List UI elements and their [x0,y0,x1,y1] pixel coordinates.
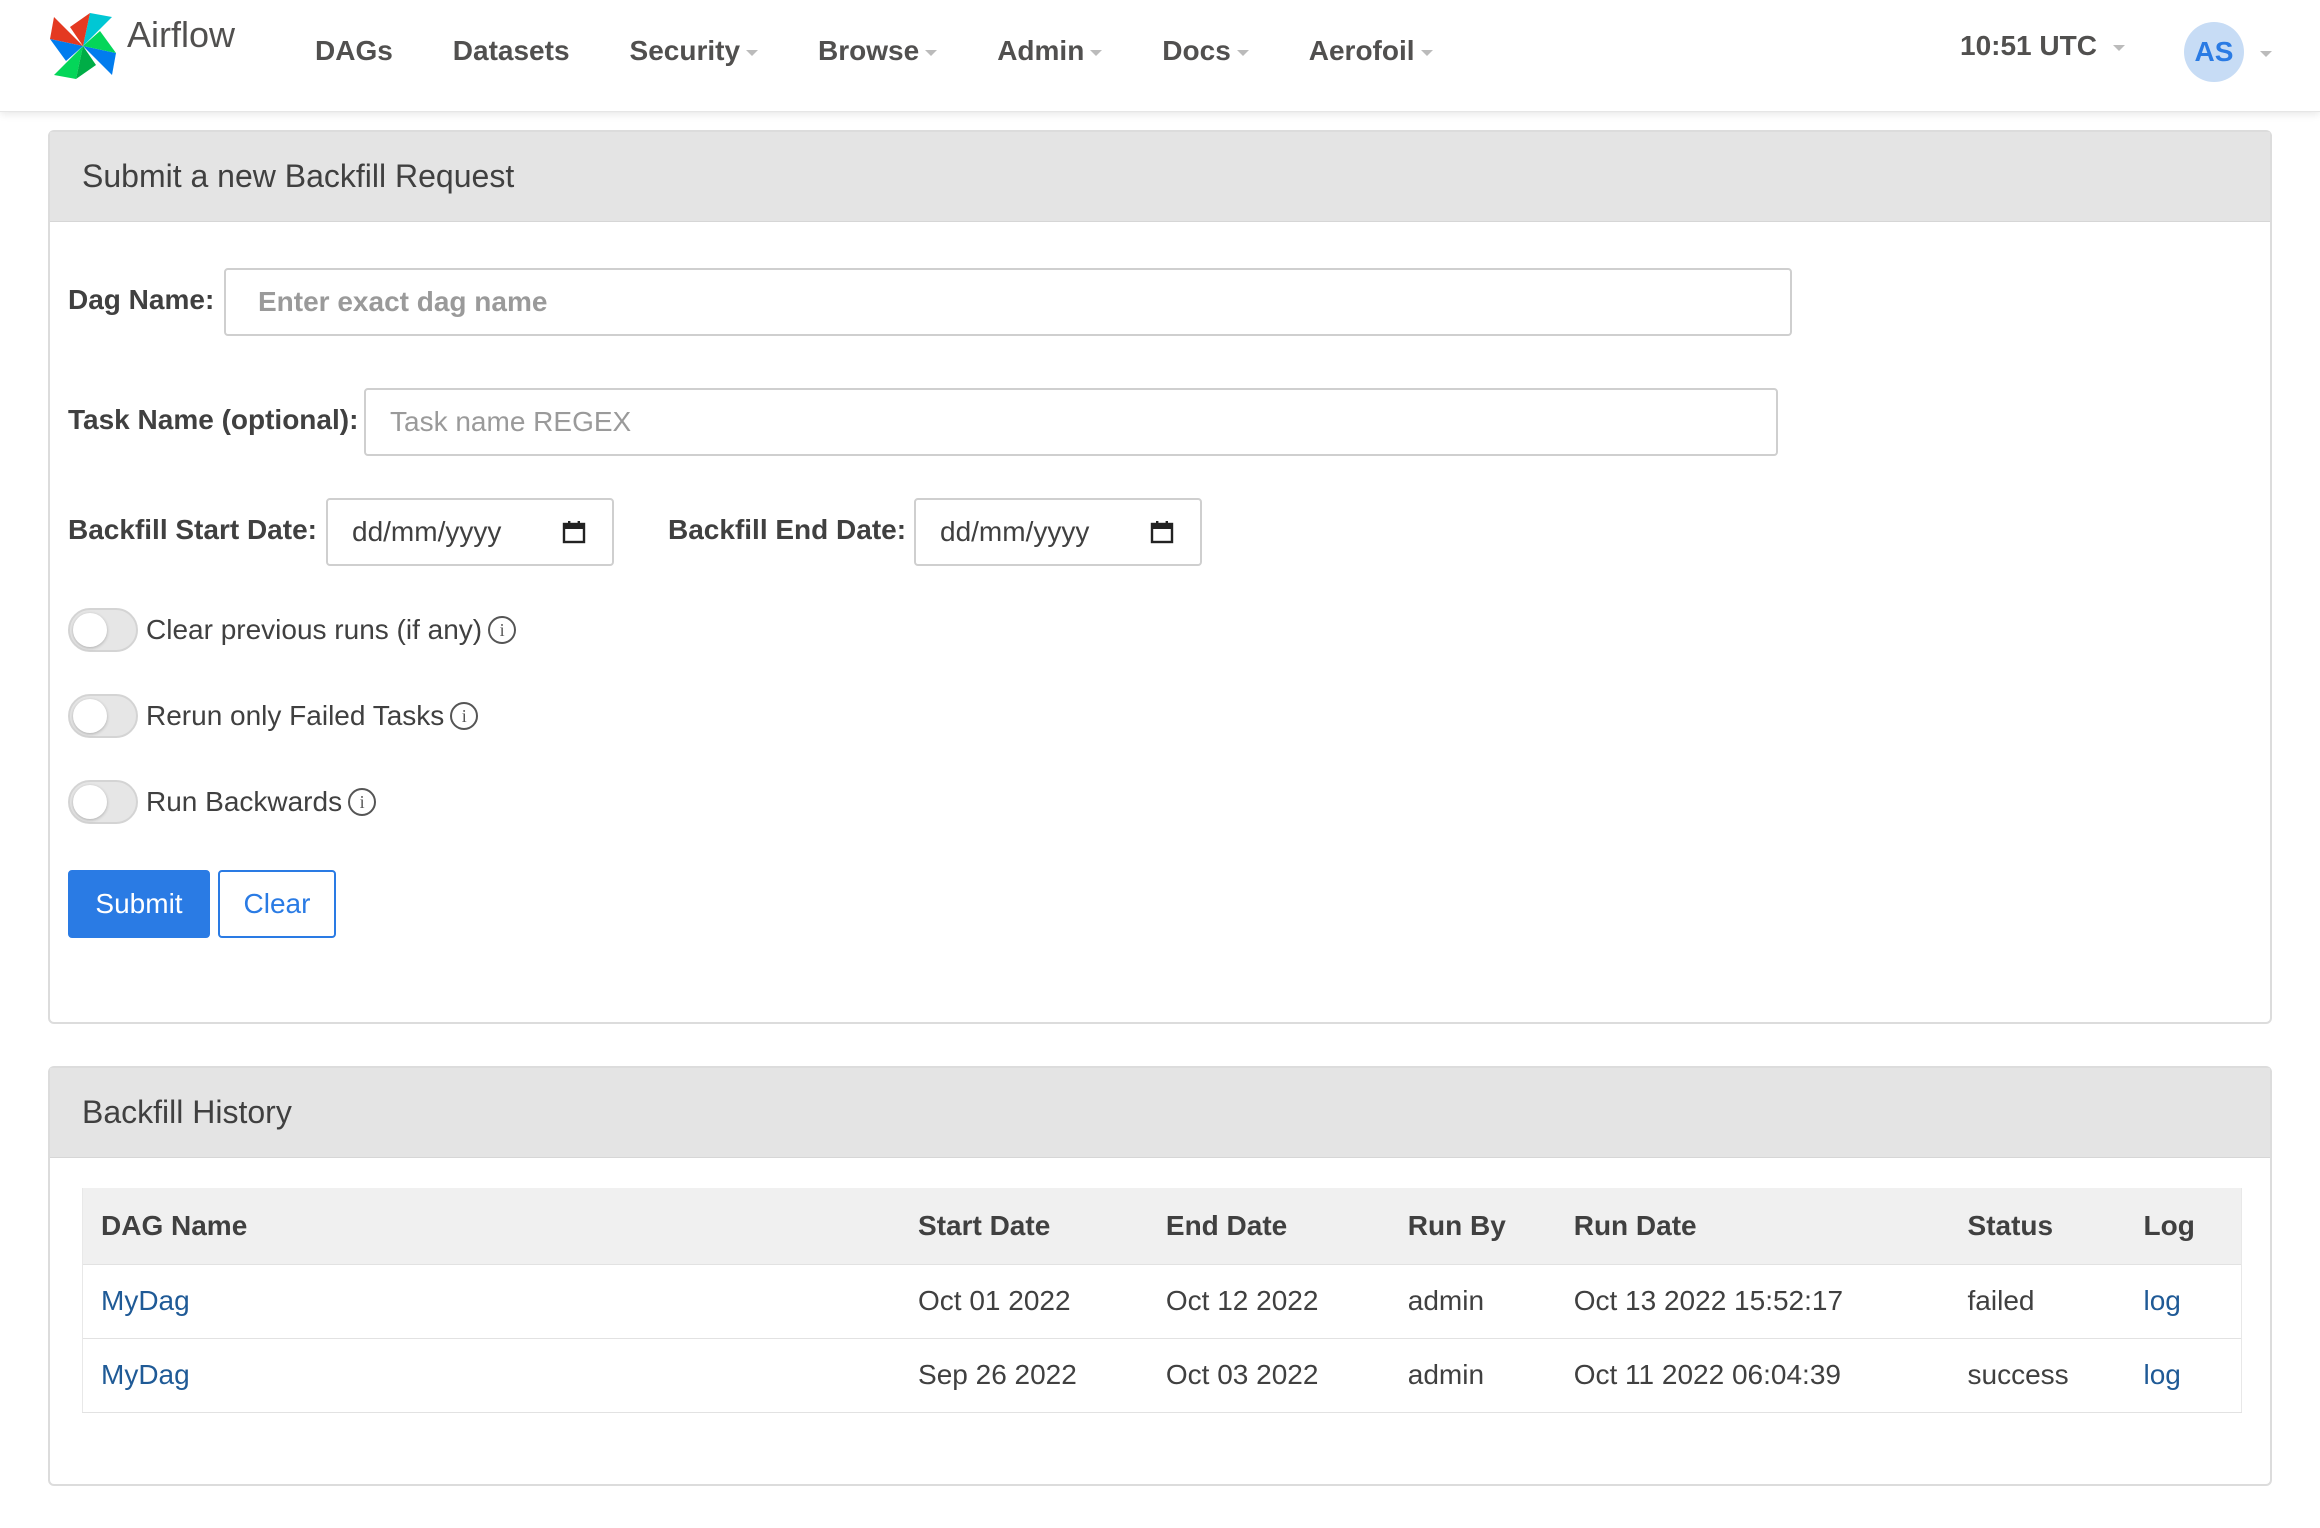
end-date-value: dd/mm/yyyy [940,516,1090,547]
history-table: DAG Name Start Date End Date Run By Run … [82,1188,2243,1413]
rerun-failed-switch[interactable] [68,694,138,738]
main-nav: DAGs Datasets Security Browse Admin Docs… [315,30,1493,72]
nav-docs[interactable]: Docs [1162,30,1249,72]
log-link[interactable]: log [2143,1359,2180,1390]
nav-aerofoil[interactable]: Aerofoil [1309,30,1433,72]
nav-datasets-label: Datasets [452,35,570,66]
cell-run-date: Oct 11 2022 06:04:39 [1555,1337,1950,1413]
cell-log: log [2125,1337,2243,1413]
cell-start-date: Oct 01 2022 [900,1263,1148,1338]
cell-status: failed [1949,1263,2126,1338]
clock-text: 10:51 UTC [1960,30,2097,61]
caret-down-icon [1090,50,1103,56]
brand[interactable]: Airflow [46,9,235,83]
calendar-icon[interactable] [562,520,586,544]
table-row: MyDag Oct 01 2022 Oct 12 2022 admin Oct … [82,1263,2243,1338]
col-log[interactable]: Log [2125,1188,2243,1264]
cell-status: success [1949,1337,2126,1413]
clear-previous-runs-label: Clear previous runs (if any) [146,614,483,645]
info-icon[interactable]: i [348,788,377,816]
dag-name-input[interactable] [224,268,1792,336]
switch-knob [73,699,107,733]
caret-down-icon [1236,50,1249,56]
nav-browse[interactable]: Browse [818,30,938,72]
col-end-date[interactable]: End Date [1147,1188,1390,1264]
col-run-by[interactable]: Run By [1389,1188,1556,1264]
submit-button[interactable]: Submit [68,870,210,938]
nav-docs-label: Docs [1162,35,1231,66]
col-start-date[interactable]: Start Date [900,1188,1148,1264]
end-date-label: Backfill End Date: [668,514,907,545]
cell-end-date: Oct 03 2022 [1147,1337,1390,1413]
col-run-date[interactable]: Run Date [1555,1188,1950,1264]
run-backwards-switch[interactable] [68,780,138,824]
nav-security-label: Security [629,35,741,66]
nav-datasets[interactable]: Datasets [453,30,570,72]
rerun-failed-label: Rerun only Failed Tasks [146,700,445,731]
clear-previous-runs-switch[interactable] [68,608,138,652]
nav-admin[interactable]: Admin [997,30,1103,72]
cell-start-date: Sep 26 2022 [900,1337,1148,1413]
cell-dag-name: MyDag [82,1337,901,1413]
caret-down-icon [746,50,759,56]
dag-link[interactable]: MyDag [101,1359,190,1390]
cell-end-date: Oct 12 2022 [1147,1263,1390,1338]
dag-link[interactable]: MyDag [101,1285,190,1316]
calendar-icon[interactable] [1150,520,1174,544]
backfill-request-panel: Submit a new Backfill Request Dag Name: … [48,130,2272,1024]
top-navbar: Airflow DAGs Datasets Security Browse Ad… [0,0,2320,112]
nav-admin-label: Admin [997,35,1085,66]
table-row: MyDag Sep 26 2022 Oct 03 2022 admin Oct … [82,1337,2243,1413]
panel-title: Submit a new Backfill Request [50,132,2270,222]
nav-dags[interactable]: DAGs [315,30,393,72]
switch-knob [73,613,107,647]
panel-title: Backfill History [50,1068,2270,1158]
nav-aerofoil-label: Aerofoil [1308,35,1415,66]
toggle-rerun-failed: Rerun only Failed Tasks i [68,694,479,738]
end-date-input[interactable]: dd/mm/yyyy [914,498,1202,566]
task-name-label: Task Name (optional): [68,404,359,435]
user-menu[interactable]: AS [2184,22,2272,82]
caret-down-icon [2260,51,2272,57]
dag-name-label: Dag Name: [68,284,215,315]
cell-log: log [2125,1263,2243,1338]
task-name-input[interactable] [364,388,1778,456]
backfill-history-panel: Backfill History DAG Name Start Date End… [48,1066,2272,1486]
cell-run-by: admin [1389,1263,1556,1338]
start-date-value: dd/mm/yyyy [352,516,502,547]
cell-dag-name: MyDag [82,1263,901,1338]
table-header-row: DAG Name Start Date End Date Run By Run … [82,1188,2243,1264]
utc-clock-dropdown[interactable]: 10:51 UTC [1960,30,2125,62]
brand-name: Airflow [127,14,236,55]
nav-security[interactable]: Security [630,30,759,72]
run-backwards-label: Run Backwards [146,786,343,817]
cell-run-date: Oct 13 2022 15:52:17 [1555,1263,1950,1338]
nav-browse-label: Browse [818,35,920,66]
clear-button[interactable]: Clear [218,870,336,938]
toggle-run-backwards: Run Backwards i [68,780,377,824]
nav-dags-label: DAGs [315,35,393,66]
start-date-input[interactable]: dd/mm/yyyy [326,498,614,566]
col-status[interactable]: Status [1949,1188,2126,1264]
cell-run-by: admin [1389,1337,1556,1413]
switch-knob [73,785,107,819]
info-icon[interactable]: i [450,702,479,730]
col-dag-name[interactable]: DAG Name [82,1188,901,1264]
caret-down-icon [2112,45,2125,51]
start-date-label: Backfill Start Date: [68,514,317,545]
airflow-logo-icon [50,13,116,79]
avatar: AS [2184,22,2244,82]
caret-down-icon [925,50,938,56]
caret-down-icon [1420,50,1433,56]
toggle-clear-previous-runs: Clear previous runs (if any) i [68,608,517,652]
log-link[interactable]: log [2143,1285,2180,1316]
info-icon[interactable]: i [488,616,517,644]
